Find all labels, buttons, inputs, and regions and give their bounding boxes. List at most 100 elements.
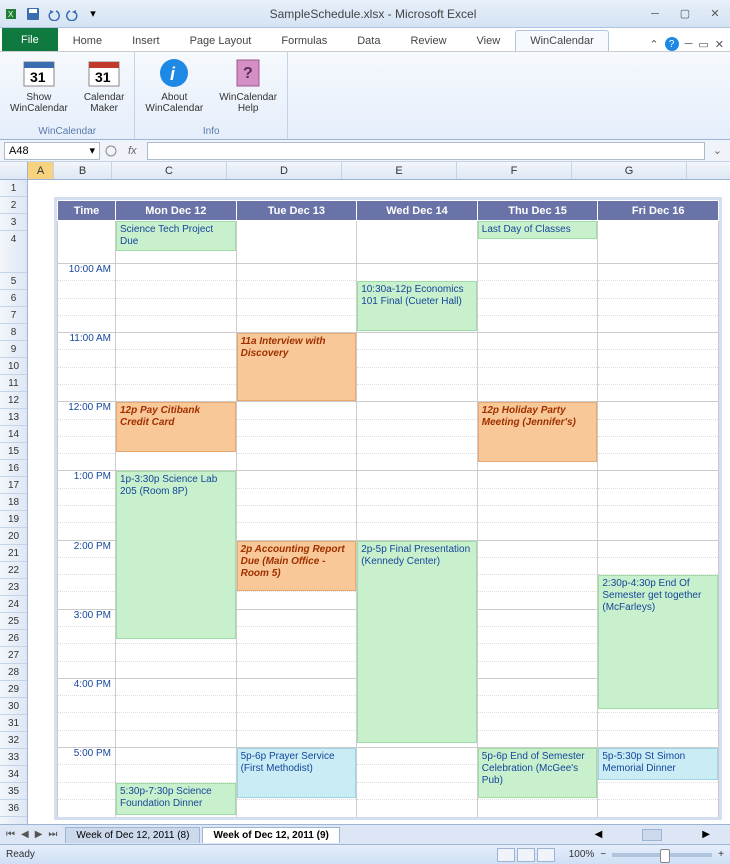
tab-wincalendar[interactable]: WinCalendar [515, 30, 609, 51]
close-button[interactable]: ✕ [704, 7, 726, 21]
cells-area[interactable]: Time Mon Dec 12 Tue Dec 13 Wed Dec 14 Th… [28, 180, 730, 824]
ribbon-minimize-icon[interactable]: ⌃ [649, 38, 658, 51]
zoom-level[interactable]: 100% [569, 849, 595, 860]
row-header[interactable]: 1 [0, 180, 27, 197]
tab-data[interactable]: Data [342, 30, 395, 51]
name-box[interactable]: A48▾ [4, 142, 100, 160]
row-header[interactable]: 6 [0, 290, 27, 307]
zoom-slider[interactable] [612, 853, 712, 857]
sheet-next-icon[interactable]: ▶ [33, 829, 45, 840]
col-header-f[interactable]: F [457, 162, 572, 179]
sheet-prev-icon[interactable]: ◀ [19, 829, 31, 840]
sheet-last-icon[interactable]: ⏭ [46, 829, 59, 840]
qat-dropdown-icon[interactable]: ▾ [84, 5, 102, 23]
event-citibank[interactable]: 12p Pay Citibank Credit Card [116, 402, 236, 452]
row-header[interactable]: 25 [0, 613, 27, 630]
event-end-semester[interactable]: 2:30p-4:30p End Of Semester get together… [598, 575, 718, 709]
event-st-simon[interactable]: 5p-5:30p St Simon Memorial Dinner [598, 748, 718, 780]
tab-review[interactable]: Review [395, 30, 461, 51]
row-header[interactable]: 12 [0, 392, 27, 409]
horizontal-scrollbar[interactable]: ◀▶ [595, 829, 730, 841]
redo-icon[interactable] [64, 5, 82, 23]
tab-file[interactable]: File [2, 28, 58, 51]
col-header-g[interactable]: G [572, 162, 687, 179]
row-header[interactable]: 3 [0, 214, 27, 231]
row-header[interactable]: 21 [0, 545, 27, 562]
zoom-in-button[interactable]: + [718, 849, 724, 860]
event-science-lab[interactable]: 1p-3:30p Science Lab 205 (Room 8P) [116, 471, 236, 639]
event-prayer[interactable]: 5p-6p Prayer Service (First Methodist) [237, 748, 357, 798]
event-celebration[interactable]: 5p-6p End of Semester Celebration (McGee… [478, 748, 598, 798]
event-foundation[interactable]: 5:30p-7:30p Science Foundation Dinner [116, 783, 236, 815]
row-header[interactable]: 4 [0, 231, 27, 273]
help-icon[interactable]: ? [665, 37, 679, 51]
row-header[interactable]: 11 [0, 375, 27, 392]
row-header[interactable]: 14 [0, 426, 27, 443]
row-header[interactable]: 15 [0, 443, 27, 460]
ribbon-close-icon[interactable]: ✕ [715, 38, 724, 51]
tab-insert[interactable]: Insert [117, 30, 175, 51]
row-header[interactable]: 30 [0, 698, 27, 715]
undo-icon[interactable] [44, 5, 62, 23]
row-header[interactable]: 32 [0, 732, 27, 749]
select-all-corner[interactable] [0, 162, 28, 179]
sheet-first-icon[interactable]: ⏮ [4, 829, 17, 840]
about-wincalendar-button[interactable]: i About WinCalendar [141, 54, 207, 126]
tab-formulas[interactable]: Formulas [266, 30, 342, 51]
row-header[interactable]: 36 [0, 800, 27, 817]
zoom-out-button[interactable]: − [600, 849, 606, 860]
col-header-d[interactable]: D [227, 162, 342, 179]
row-header[interactable]: 26 [0, 630, 27, 647]
row-header[interactable]: 2 [0, 197, 27, 214]
row-header[interactable]: 9 [0, 341, 27, 358]
ribbon-restore-icon[interactable]: ▭ [698, 38, 708, 51]
event-holiday-party[interactable]: 12p Holiday Party Meeting (Jennifer's) [478, 402, 598, 462]
minimize-button[interactable]: ─ [644, 7, 666, 21]
page-layout-view-button[interactable] [517, 848, 535, 862]
save-icon[interactable] [24, 5, 42, 23]
row-header[interactable]: 20 [0, 528, 27, 545]
row-header[interactable]: 7 [0, 307, 27, 324]
tab-view[interactable]: View [462, 30, 516, 51]
row-header[interactable]: 33 [0, 749, 27, 766]
row-header[interactable]: 16 [0, 460, 27, 477]
normal-view-button[interactable] [497, 848, 515, 862]
event-last-day[interactable]: Last Day of Classes [478, 221, 598, 239]
row-header[interactable]: 8 [0, 324, 27, 341]
row-header[interactable]: 18 [0, 494, 27, 511]
sheet-tab-prev[interactable]: Week of Dec 12, 2011 (8) [65, 827, 200, 843]
row-header[interactable]: 10 [0, 358, 27, 375]
row-header[interactable]: 35 [0, 783, 27, 800]
event-science-project[interactable]: Science Tech Project Due [116, 221, 236, 251]
row-header[interactable]: 23 [0, 579, 27, 596]
wincalendar-help-button[interactable]: ? WinCalendar Help [215, 54, 281, 126]
col-header-e[interactable]: E [342, 162, 457, 179]
sheet-tab-active[interactable]: Week of Dec 12, 2011 (9) [202, 827, 339, 843]
row-header[interactable]: 22 [0, 562, 27, 579]
row-header[interactable]: 24 [0, 596, 27, 613]
row-header[interactable]: 31 [0, 715, 27, 732]
event-interview[interactable]: 11a Interview with Discovery [237, 333, 357, 401]
row-header[interactable]: 27 [0, 647, 27, 664]
row-header[interactable]: 19 [0, 511, 27, 528]
calendar-maker-button[interactable]: 31 Calendar Maker [80, 54, 129, 126]
formula-input[interactable] [147, 142, 705, 160]
event-accounting[interactable]: 2p Accounting Report Due (Main Office - … [237, 541, 357, 591]
col-header-b[interactable]: B [54, 162, 112, 179]
row-header[interactable]: 34 [0, 766, 27, 783]
row-header[interactable]: 29 [0, 681, 27, 698]
col-header-c[interactable]: C [112, 162, 227, 179]
show-wincalendar-button[interactable]: 31 Show WinCalendar [6, 54, 72, 126]
ribbon-min2-icon[interactable]: ─ [685, 38, 693, 50]
page-break-view-button[interactable] [537, 848, 555, 862]
excel-icon[interactable]: X [4, 5, 22, 23]
insert-function-icon[interactable] [104, 144, 118, 158]
fx-label[interactable]: fx [122, 145, 143, 157]
row-header[interactable]: 28 [0, 664, 27, 681]
event-final-presentation[interactable]: 2p-5p Final Presentation (Kennedy Center… [357, 541, 477, 743]
tab-page-layout[interactable]: Page Layout [175, 30, 267, 51]
row-header[interactable]: 5 [0, 273, 27, 290]
maximize-button[interactable]: ▢ [674, 7, 696, 21]
row-header[interactable]: 17 [0, 477, 27, 494]
tab-home[interactable]: Home [58, 30, 117, 51]
